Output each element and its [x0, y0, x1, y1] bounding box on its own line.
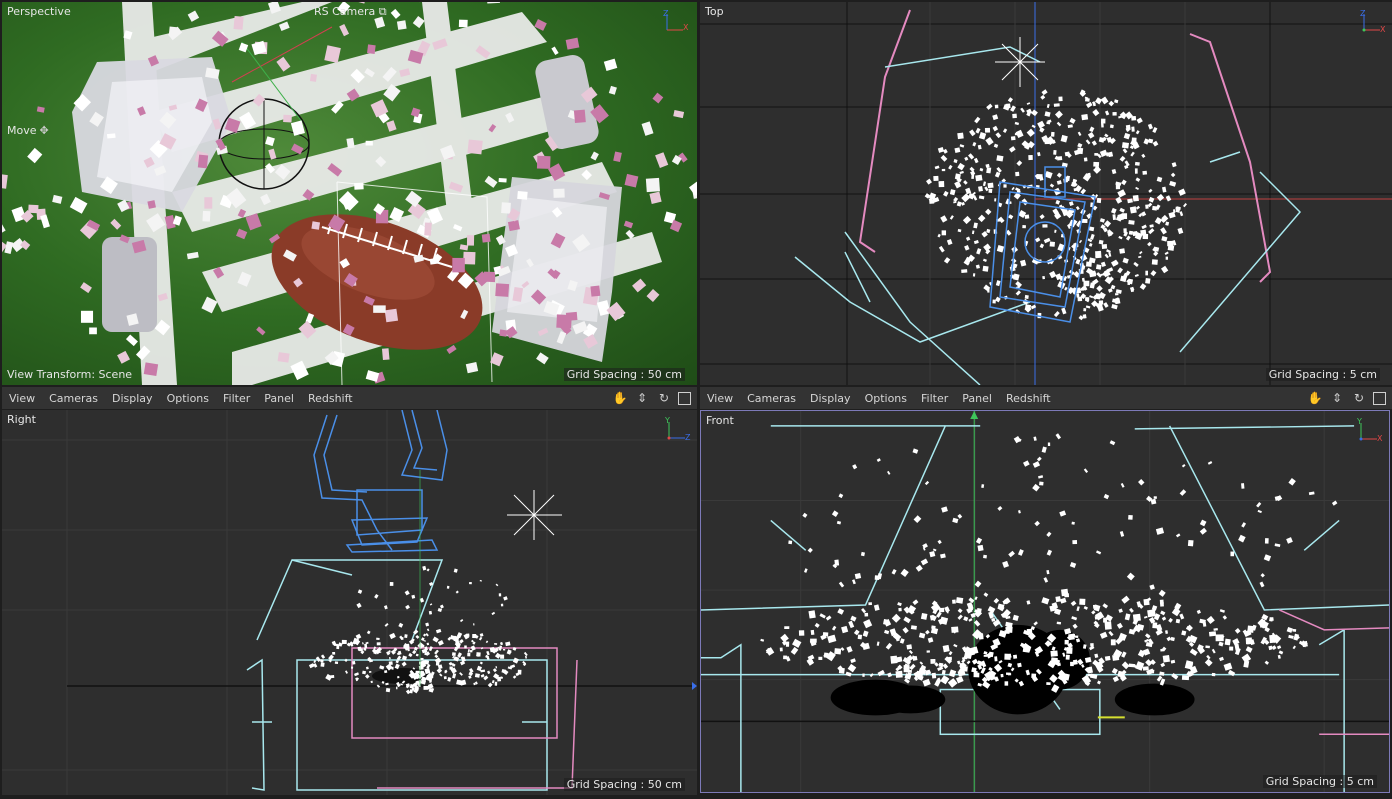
svg-text:X: X [1380, 25, 1386, 34]
maximize-icon[interactable] [678, 391, 691, 405]
viewport-right[interactable]: Right Grid Spacing : 50 cm Y Z [2, 410, 697, 795]
viewport-perspective[interactable]: Perspective RS Camera ⧉ Move ✥ View Trans… [2, 2, 697, 385]
menu-filter[interactable]: Filter [914, 392, 955, 405]
grid-spacing-label: Grid Spacing : 5 cm [1265, 368, 1380, 381]
menu-view[interactable]: View [2, 392, 42, 405]
view-transform-label: View Transform: Scene [7, 368, 133, 381]
active-camera-label[interactable]: RS Camera ⧉ [314, 5, 387, 19]
viewport-label[interactable]: Right [7, 413, 36, 426]
menu-cameras[interactable]: Cameras [42, 392, 105, 405]
menu-redshift[interactable]: Redshift [301, 392, 360, 405]
rotate-icon[interactable]: ↻ [656, 390, 672, 406]
menu-panel[interactable]: Panel [955, 392, 999, 405]
svg-text:Y: Y [664, 416, 670, 425]
dolly-icon[interactable]: ⇕ [634, 390, 650, 406]
pan-icon[interactable]: ✋ [612, 390, 628, 406]
viewport-front[interactable]: Front Grid Spacing : 5 cm Y X [700, 410, 1390, 793]
axis-gizmo-icon: Z X [1360, 9, 1386, 34]
top-view-scene [700, 2, 1392, 385]
viewport-menubar-right: View Cameras Display Options Filter Pane… [700, 387, 1392, 409]
viewport-nav-tools: ✋ ⇕ ↻ [612, 390, 697, 406]
svg-text:X: X [1377, 434, 1383, 443]
tool-name: Move [7, 124, 37, 137]
pan-icon[interactable]: ✋ [1307, 390, 1323, 406]
viewport-label[interactable]: Top [705, 5, 724, 18]
svg-text:Z: Z [1360, 9, 1366, 18]
rotate-icon[interactable]: ↻ [1351, 390, 1367, 406]
move-icon: ✥ [39, 124, 49, 137]
svg-text:Z: Z [685, 433, 691, 442]
dolly-icon[interactable]: ⇕ [1329, 390, 1345, 406]
right-view-scene [2, 410, 697, 795]
menu-options[interactable]: Options [160, 392, 216, 405]
menu-options[interactable]: Options [858, 392, 914, 405]
viewport-label[interactable]: Front [706, 414, 734, 427]
camera-icon: ⧉ [378, 5, 387, 18]
viewport-label[interactable]: Perspective [7, 5, 71, 18]
menu-filter[interactable]: Filter [216, 392, 257, 405]
camera-name: RS Camera [314, 5, 376, 18]
maximize-icon[interactable] [1373, 391, 1386, 405]
svg-text:X: X [683, 23, 689, 32]
viewport-nav-tools: ✋ ⇕ ↻ [1307, 390, 1392, 406]
viewport-menubar-left: View Cameras Display Options Filter Pane… [2, 387, 697, 409]
axis-gizmo-icon: Y Z [664, 416, 691, 442]
grid-spacing-label: Grid Spacing : 50 cm [563, 778, 685, 791]
viewport-top[interactable]: Top Grid Spacing : 5 cm Z X [700, 2, 1392, 385]
svg-text:Y: Y [1356, 417, 1362, 426]
svg-text:Z: Z [663, 9, 669, 18]
menu-display[interactable]: Display [105, 392, 160, 405]
grid-spacing-label: Grid Spacing : 50 cm [563, 368, 685, 381]
axis-gizmo-icon: Y X [1356, 417, 1383, 443]
menu-cameras[interactable]: Cameras [740, 392, 803, 405]
menu-view[interactable]: View [700, 392, 740, 405]
active-tool-label: Move ✥ [7, 124, 49, 137]
front-view-scene [701, 411, 1389, 792]
perspective-render [2, 2, 697, 385]
axis-gizmo-icon: Z X [663, 9, 689, 32]
menu-panel[interactable]: Panel [257, 392, 301, 405]
menu-display[interactable]: Display [803, 392, 858, 405]
grid-spacing-label: Grid Spacing : 5 cm [1262, 775, 1377, 788]
menu-redshift[interactable]: Redshift [999, 392, 1058, 405]
